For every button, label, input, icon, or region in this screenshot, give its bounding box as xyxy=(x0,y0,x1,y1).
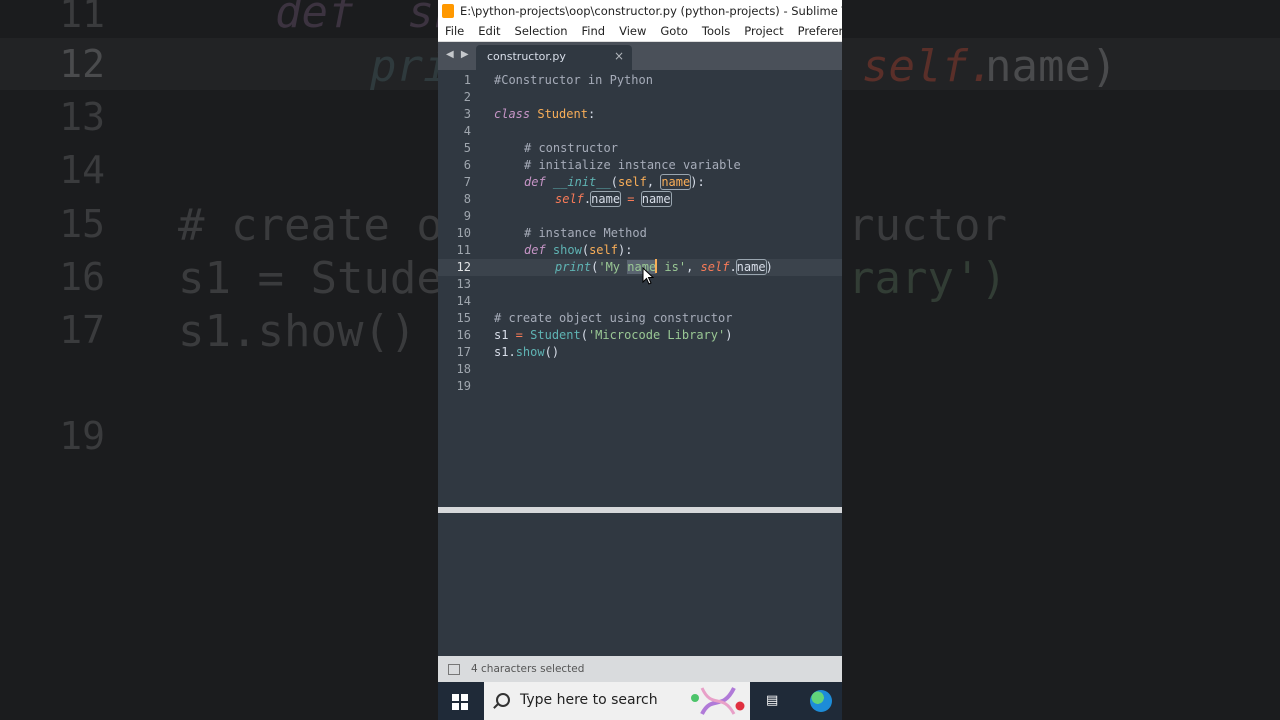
dna-search-highlight-icon xyxy=(691,687,745,715)
menu-file[interactable]: File xyxy=(438,22,471,41)
tab-label: constructor.py xyxy=(487,50,566,63)
line-number: 14 xyxy=(456,294,471,308)
code-line: s1 = Student('Microcode Library') xyxy=(494,328,733,342)
code-line: def __init__(self, name): xyxy=(524,174,705,190)
tab-close-icon[interactable]: × xyxy=(614,49,624,63)
line-number: 5 xyxy=(463,141,471,155)
code-line: # constructor xyxy=(524,141,618,155)
tab-nav-arrows-icon[interactable]: ◀ ▶ xyxy=(446,49,471,60)
line-number: 4 xyxy=(463,124,471,138)
bg-code: # create ob xyxy=(178,200,470,251)
line-number: 17 xyxy=(456,345,471,359)
line-number: 9 xyxy=(463,209,471,223)
code-line: #Constructor in Python xyxy=(494,73,653,87)
tab-bar: ◀ ▶ constructor.py × xyxy=(438,42,842,70)
bg-line-number: 15 xyxy=(59,202,105,246)
window-title: E:\python-projects\oop\constructor.py (p… xyxy=(460,4,842,18)
line-number: 8 xyxy=(463,192,471,206)
line-number: 7 xyxy=(463,175,471,189)
windows-start-icon[interactable] xyxy=(452,694,468,710)
line-number: 16 xyxy=(456,328,471,342)
line-number: 10 xyxy=(456,226,471,240)
menu-project[interactable]: Project xyxy=(737,22,790,41)
tab-constructor-py[interactable]: constructor.py × xyxy=(476,45,632,70)
line-number: 11 xyxy=(456,243,471,257)
status-text: 4 characters selected xyxy=(471,663,585,675)
windows-taskbar: Type here to search ▤ xyxy=(438,682,842,720)
menu-edit[interactable]: Edit xyxy=(471,22,507,41)
menu-selection[interactable]: Selection xyxy=(508,22,575,41)
task-view-icon[interactable]: ▤ xyxy=(766,694,782,708)
code-line: s1.show() xyxy=(494,345,560,359)
menu-preferences[interactable]: Preferences xyxy=(791,22,842,41)
menu-goto[interactable]: Goto xyxy=(653,22,695,41)
menu-bar: File Edit Selection Find View Goto Tools… xyxy=(438,22,842,42)
line-number: 2 xyxy=(463,90,471,104)
bg-line-number: 17 xyxy=(59,308,105,352)
code-line: # create object using constructor xyxy=(494,311,733,325)
line-number: 6 xyxy=(463,158,471,172)
menu-view[interactable]: View xyxy=(612,22,653,41)
line-number: 18 xyxy=(456,362,471,376)
panel-toggle-icon[interactable] xyxy=(448,664,460,675)
line-number: 3 xyxy=(463,107,471,121)
code-line: class Student: xyxy=(494,107,596,121)
bg-code: name) xyxy=(985,41,1118,92)
code-editor[interactable]: 1 #Constructor in Python 2 3 class Student… xyxy=(438,70,842,508)
bg-code: ructor xyxy=(848,200,1007,251)
bg-line-number: 11 xyxy=(59,0,105,36)
bg-code: self. xyxy=(862,41,995,92)
status-bar: 4 characters selected xyxy=(438,656,842,682)
sublime-window: E:\python-projects\oop\constructor.py (p… xyxy=(438,0,842,720)
bg-line-number: 14 xyxy=(59,148,105,192)
line-number: 12 xyxy=(456,260,471,274)
bg-line-number: 12 xyxy=(59,42,105,86)
code-line: self.name = name xyxy=(555,191,672,207)
active-line: 12 print('My name is', self.name) xyxy=(438,259,842,276)
line-number: 1 xyxy=(463,73,471,87)
search-icon xyxy=(496,693,510,707)
code-line: # initialize instance variable xyxy=(524,158,741,172)
bg-code: s1 = Studen xyxy=(178,253,470,304)
taskbar-search-box[interactable]: Type here to search xyxy=(484,682,750,720)
code-line: print('My name is', self.name) xyxy=(555,259,773,275)
menu-find[interactable]: Find xyxy=(575,22,613,41)
bg-line-number: 19 xyxy=(59,414,105,458)
sublime-logo-icon xyxy=(442,4,454,18)
title-bar: E:\python-projects\oop\constructor.py (p… xyxy=(438,0,842,22)
bg-line-number: 13 xyxy=(59,95,105,139)
menu-tools[interactable]: Tools xyxy=(695,22,737,41)
bg-line-number: 16 xyxy=(59,255,105,299)
bg-code: rary') xyxy=(848,253,1007,304)
edge-browser-icon[interactable] xyxy=(810,690,832,712)
search-placeholder: Type here to search xyxy=(520,692,658,708)
line-number: 15 xyxy=(456,311,471,325)
code-line: # instance Method xyxy=(524,226,647,240)
code-line: def show(self): xyxy=(524,243,633,257)
bg-code: s1.show() xyxy=(178,306,417,357)
mouse-pointer-icon xyxy=(642,267,654,285)
line-number: 19 xyxy=(456,379,471,393)
output-panel[interactable] xyxy=(438,513,842,656)
line-number: 13 xyxy=(456,277,471,291)
